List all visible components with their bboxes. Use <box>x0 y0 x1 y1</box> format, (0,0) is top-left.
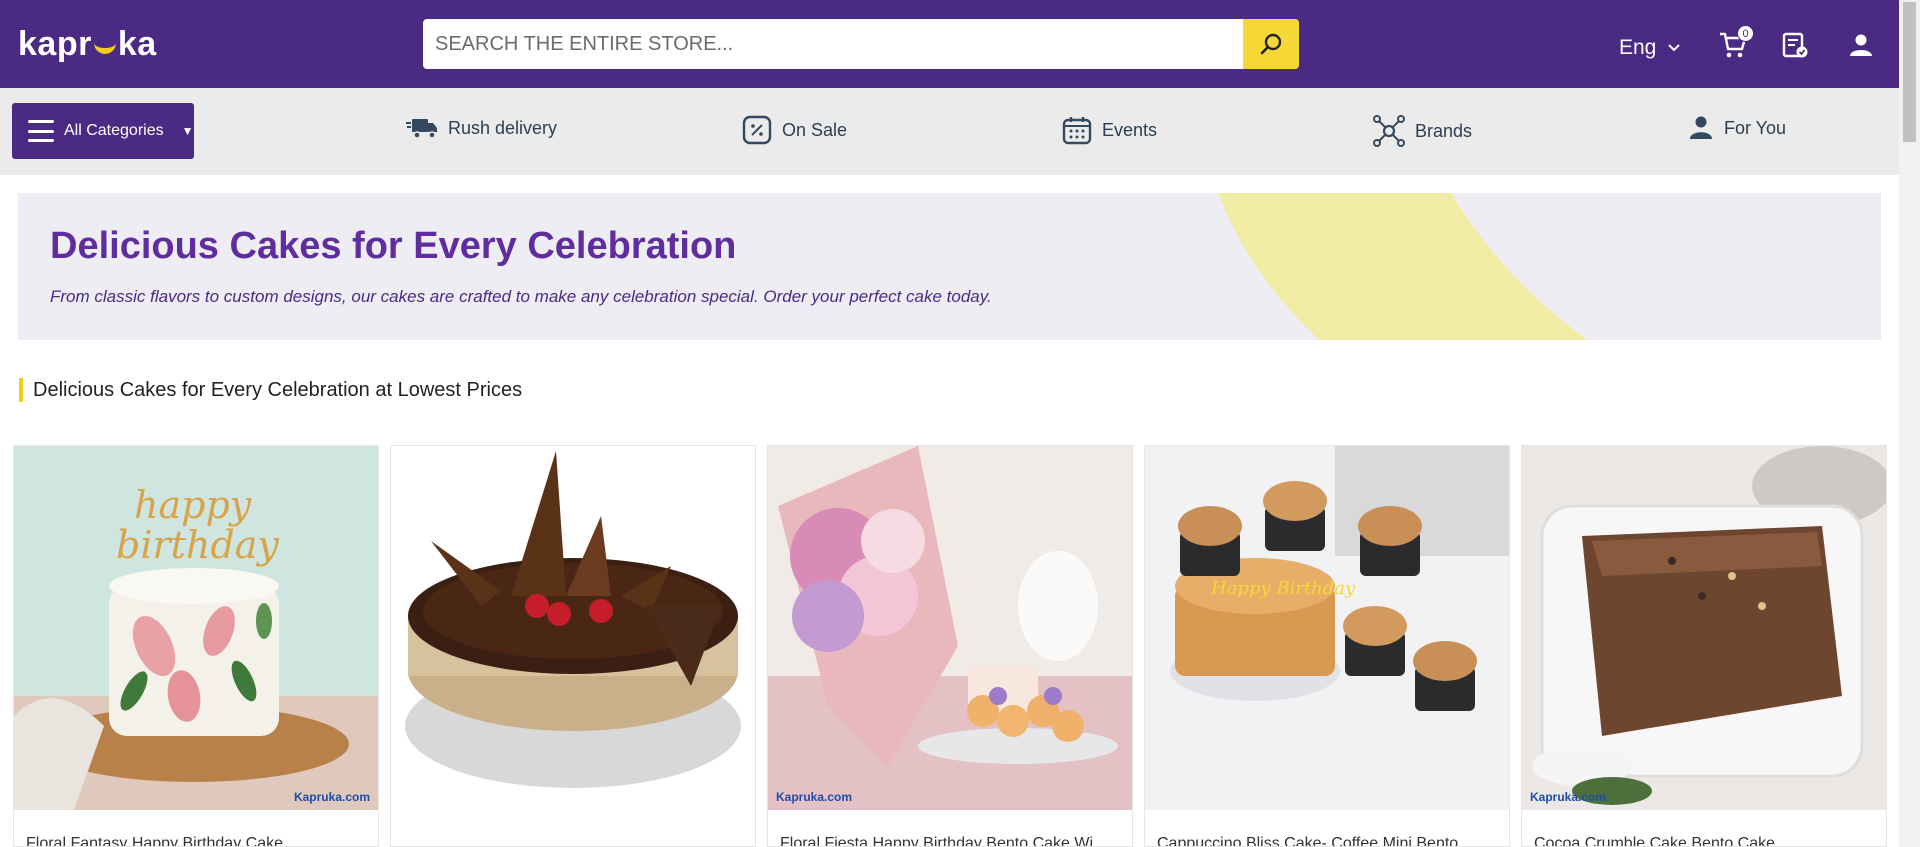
kapruka-watermark: Kapruka.com <box>776 790 853 804</box>
search-bar <box>423 19 1299 69</box>
product-image[interactable]: Happy Birthday <box>1145 446 1509 810</box>
product-image[interactable]: happy birthday Kapruka.com <box>14 446 378 810</box>
kapruka-watermark: Kapruka.com <box>1530 790 1607 804</box>
cart-button[interactable]: 0 <box>1718 25 1754 60</box>
hamburger-icon <box>28 120 54 142</box>
percent-tag-icon <box>742 115 772 145</box>
nav-brands[interactable]: Brands <box>1373 115 1472 147</box>
account-button[interactable] <box>1846 30 1876 60</box>
product-card[interactable]: Kapruka.com Cocoa Crumble Cake Bento Cak… <box>1521 445 1887 847</box>
product-card[interactable]: Kapruka.com Floral Fiesta Happy Birthday… <box>767 445 1133 847</box>
logo-smile-icon <box>93 40 116 54</box>
calendar-icon <box>1062 117 1092 145</box>
nav-for-you[interactable]: For You <box>1688 115 1786 141</box>
product-name[interactable]: Cocoa Crumble Cake Bento Cake <box>1534 835 1878 846</box>
product-image[interactable] <box>391 446 755 810</box>
product-card[interactable]: happy birthday Kapruka.com Floral Fantas… <box>13 445 379 847</box>
cake-topper-text: Happy Birthday <box>1210 578 1356 599</box>
product-image[interactable]: Kapruka.com <box>1522 446 1886 810</box>
search-button[interactable] <box>1243 19 1299 69</box>
cake-topper-happy: happy <box>134 483 252 527</box>
nav-for-you-label: For You <box>1724 117 1787 138</box>
user-icon <box>1690 116 1712 139</box>
search-input[interactable] <box>423 19 1243 69</box>
category-nav: All Categories ▼ Rush delivery On Sale E… <box>0 88 1899 175</box>
truck-icon <box>406 119 437 139</box>
logo-text-right: ka <box>117 24 157 63</box>
all-categories-label: All Categories <box>64 122 164 139</box>
order-list-icon <box>1782 32 1808 58</box>
kapruka-logo[interactable]: kapr ka <box>18 22 157 66</box>
user-icon <box>1850 34 1872 56</box>
product-name[interactable]: Floral Fantasy Happy Birthday Cake <box>26 835 370 846</box>
product-card[interactable] <box>390 445 756 847</box>
banner-subtitle: From classic flavors to custom designs, … <box>50 287 992 306</box>
section-heading: Delicious Cakes for Every Celebration at… <box>19 378 522 402</box>
language-label: Eng <box>1619 36 1657 59</box>
chevron-down-icon <box>1668 44 1681 52</box>
product-name[interactable]: Floral Fiesta Happy Birthday Bento Cake … <box>780 835 1124 846</box>
page: kaprka Eng 0 <box>0 0 1920 847</box>
nav-brands-label: Brands <box>1415 120 1473 141</box>
nav-events-label: Events <box>1102 119 1158 140</box>
scrollbar-thumb[interactable] <box>1903 2 1916 142</box>
nav-on-sale[interactable]: On Sale <box>742 115 847 145</box>
banner-title: Delicious Cakes for Every Celebration <box>50 225 737 267</box>
top-header: kaprka Eng 0 <box>0 0 1899 88</box>
kapruka-watermark: Kapruka.com <box>293 790 370 804</box>
network-icon <box>1373 115 1405 147</box>
hero-banner: Delicious Cakes for Every Celebration Fr… <box>18 193 1881 340</box>
nav-rush-delivery-label: Rush delivery <box>448 117 558 138</box>
language-selector[interactable]: Eng <box>1619 36 1681 60</box>
product-card[interactable]: Happy Birthday Cappuccino Bliss Cake- Co… <box>1144 445 1510 847</box>
nav-on-sale-label: On Sale <box>782 119 848 140</box>
nav-rush-delivery[interactable]: Rush delivery <box>406 115 557 141</box>
search-icon <box>1260 33 1282 55</box>
cake-topper-birthday: birthday <box>116 523 279 567</box>
cart-count-badge: 0 <box>1737 25 1754 42</box>
caret-down-icon: ▼ <box>181 124 194 138</box>
logo-text-left: kapr <box>18 24 92 63</box>
orders-button[interactable] <box>1780 30 1810 60</box>
product-name[interactable]: Cappuccino Bliss Cake- Coffee Mini Bento… <box>1157 835 1501 846</box>
all-categories-button[interactable]: All Categories ▼ <box>12 103 194 159</box>
product-image[interactable]: Kapruka.com <box>768 446 1132 810</box>
nav-events[interactable]: Events <box>1062 115 1157 145</box>
